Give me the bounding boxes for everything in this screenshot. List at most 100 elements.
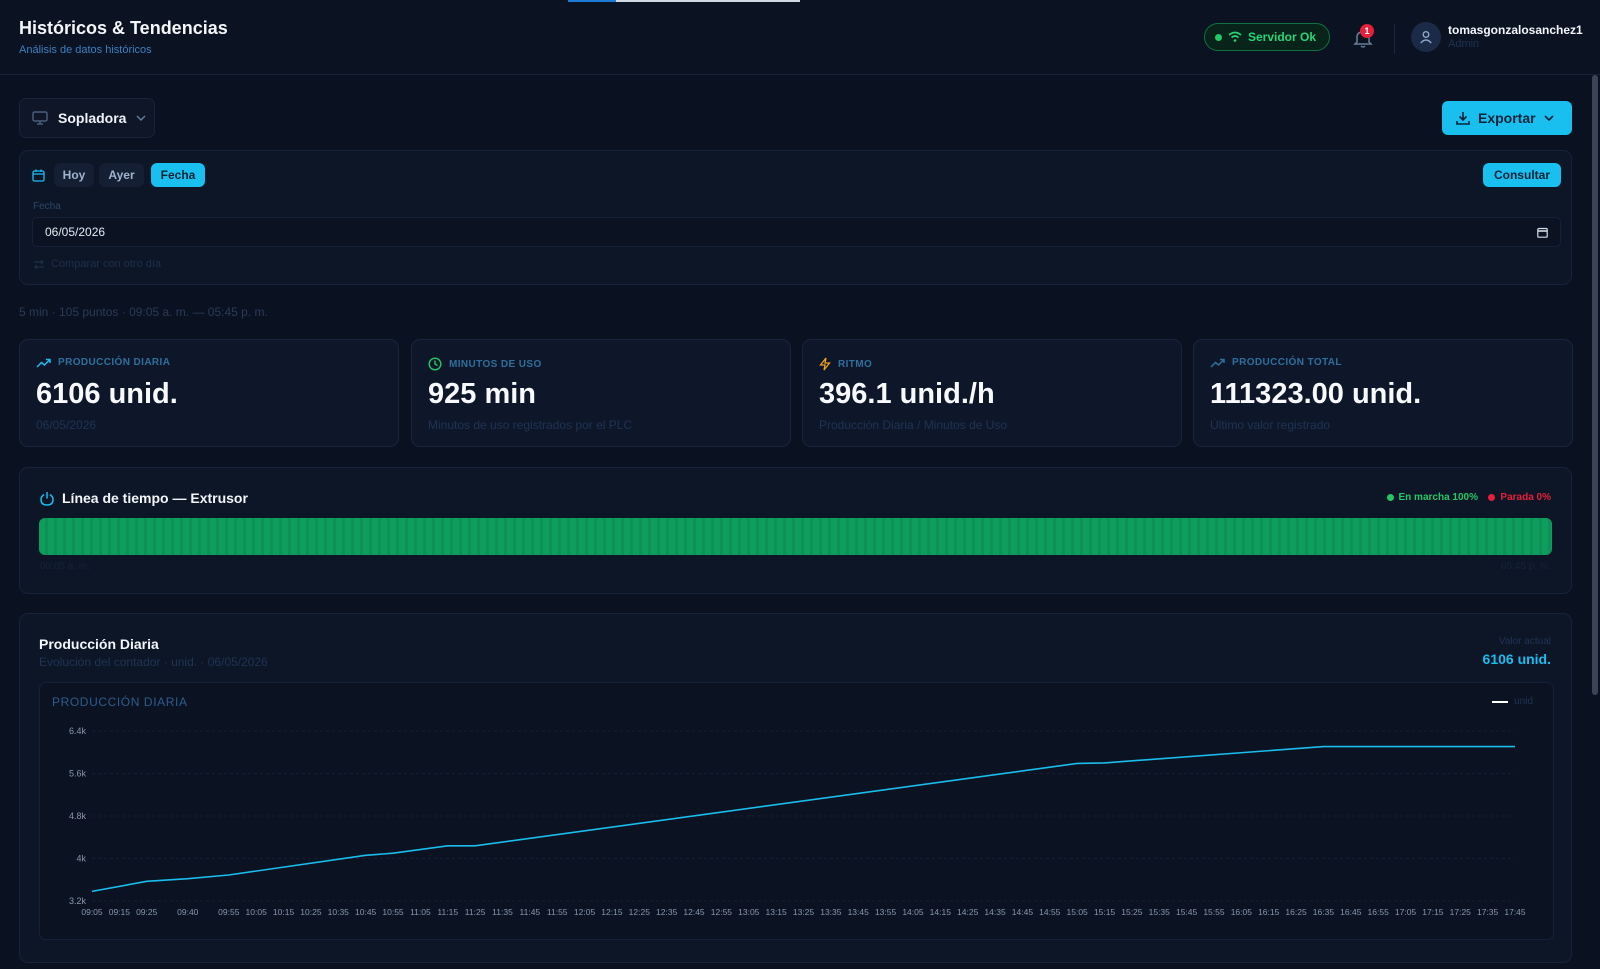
calendar-icon [32,169,45,182]
y-tick-label: 4k [76,854,86,864]
x-tick-label: 16:35 [1313,907,1335,917]
kpi-label: MINUTOS DE USO [428,357,542,371]
server-status-badge[interactable]: Servidor Ok [1204,23,1330,51]
monitor-icon [32,111,48,125]
y-tick-label: 5.6k [69,769,87,779]
x-tick-label: 15:15 [1094,907,1116,917]
calendar-picker-icon[interactable] [1537,227,1548,238]
kpi-label-text: PRODUCCIÓN DIARIA [58,357,171,368]
kpi-subtitle: Producción Diaria / Minutos de Uso [819,418,1008,432]
x-tick-label: 13:15 [765,907,787,917]
timeline-bar[interactable] [39,518,1552,555]
legend-running: En marcha 100% [1386,492,1479,503]
production-title: Producción Diaria [39,636,159,652]
kpi-label-text: MINUTOS DE USO [449,358,542,370]
kpi-card-usage-minutes: MINUTOS DE USO 925 min Minutos de uso re… [411,339,791,447]
kpi-card-total-production: PRODUCCIÓN TOTAL 111323.00 unid. Último … [1193,339,1573,447]
x-tick-label: 09:55 [218,907,240,917]
kpi-label-text: RITMO [838,358,873,370]
date-input-value: 06/05/2026 [45,225,106,239]
x-tick-label: 17:35 [1477,907,1499,917]
x-tick-label: 10:55 [382,907,404,917]
x-tick-label: 14:25 [957,907,979,917]
x-tick-label: 12:15 [601,907,623,917]
production-panel: Producción Diaria Evolución del contador… [19,613,1572,963]
quick-today-button[interactable]: Hoy [54,163,94,187]
user-role: Admin [1448,38,1480,50]
x-tick-label: 15:05 [1067,907,1089,917]
machine-select[interactable]: Sopladora [19,98,155,138]
x-tick-label: 17:25 [1450,907,1472,917]
series-line-unid[interactable] [91,745,1515,893]
download-icon [1456,112,1470,125]
chevron-down-icon [1544,115,1554,122]
x-tick-label: 10:45 [355,907,377,917]
swap-icon [34,259,44,269]
query-interval: 5 min · 105 puntos · [19,305,126,319]
production-line-chart[interactable]: 3.2k 4k 4.8k 5.6k 6.4k 09:05 09:15 09:25 09:40 09… [40,683,1553,939]
x-tick-label: 11:15 [437,907,458,917]
x-tick-label: 16:15 [1258,907,1280,917]
power-icon [40,491,54,506]
trending-up-icon [36,358,51,368]
x-tick-label: 11:25 [465,907,486,917]
page-title: Históricos & Tendencias [19,18,228,38]
kpi-label: PRODUCCIÓN TOTAL [1210,357,1342,368]
x-tick-label: 12:35 [656,907,678,917]
date-input[interactable]: 06/05/2026 [32,217,1561,247]
user-icon [1420,31,1432,44]
export-button[interactable]: Exportar [1442,101,1572,135]
x-tick-label: 17:05 [1395,907,1417,917]
user-name[interactable]: tomasgonzalosanchez1 [1448,23,1583,37]
kpi-value: 396.1 unid./h [819,378,995,410]
kpi-value: 111323.00 unid. [1210,378,1422,410]
x-tick-label: 10:25 [300,907,322,917]
x-tick-label: 10:05 [246,907,268,917]
legend-stopped-label: Parada 0% [1500,492,1551,503]
query-summary: 5 min · 105 puntos · 09:05 a. m. — 05:45… [19,305,268,319]
x-tick-label: 12:05 [574,907,596,917]
x-tick-label: 13:05 [738,907,760,917]
x-tick-label: 10:15 [273,907,295,917]
chevron-down-icon [136,115,146,121]
quick-date-button[interactable]: Fecha [151,163,205,187]
kpi-value: 6106 unid. [36,378,178,410]
quick-yesterday-button[interactable]: Ayer [99,163,144,187]
page-scrollbar[interactable] [1592,75,1598,695]
legend-dot [1386,494,1394,501]
x-tick-label: 11:55 [547,907,568,917]
x-tick-label: 17:15 [1422,907,1444,917]
timeline-start-time: 09:05 a. m. [40,561,91,572]
y-tick-label: 4.8k [69,811,87,821]
x-tick-label: 17:45 [1504,907,1526,917]
kpi-subtitle: 06/05/2026 [36,418,97,432]
x-tick-label: 16:05 [1231,907,1253,917]
clock-icon [428,357,442,371]
x-tick-label: 15:25 [1121,907,1143,917]
current-value: 6106 unid. [1482,651,1551,667]
x-tick-label: 14:55 [1039,907,1061,917]
avatar[interactable] [1411,22,1441,52]
chart-container: PRODUCCIÓN DIARIA unid 3.2k 4k 4.8k 5.6k 6.4… [39,682,1554,940]
kpi-label: RITMO [819,357,872,371]
legend-running-label: En marcha 100% [1398,492,1479,503]
kpi-subtitle: Minutos de uso registrados por el PLC [428,418,633,432]
consult-button[interactable]: Consultar [1483,163,1561,187]
x-tick-label: 15:55 [1203,907,1225,917]
x-tick-label: 09:05 [81,907,103,917]
x-tick-label: 15:45 [1176,907,1198,917]
x-tick-label: 12:55 [711,907,733,917]
current-value-label: Valor actual [1498,636,1551,647]
compare-day-toggle[interactable]: Comparar con otro día [33,258,161,270]
x-tick-label: 14:35 [984,907,1006,917]
divider [1394,24,1395,54]
x-tick-label: 16:55 [1368,907,1390,917]
machine-select-value: Sopladora [58,110,127,126]
production-subtitle: Evolución del contador · unid. · 06/05/2… [39,655,268,669]
trending-up-icon [1210,358,1225,368]
x-tick-label: 11:35 [492,907,513,917]
x-tick-label: 09:15 [109,907,131,917]
x-tick-label: 12:45 [683,907,705,917]
x-tick-label: 13:35 [820,907,842,917]
kpi-value: 925 min [428,378,536,410]
